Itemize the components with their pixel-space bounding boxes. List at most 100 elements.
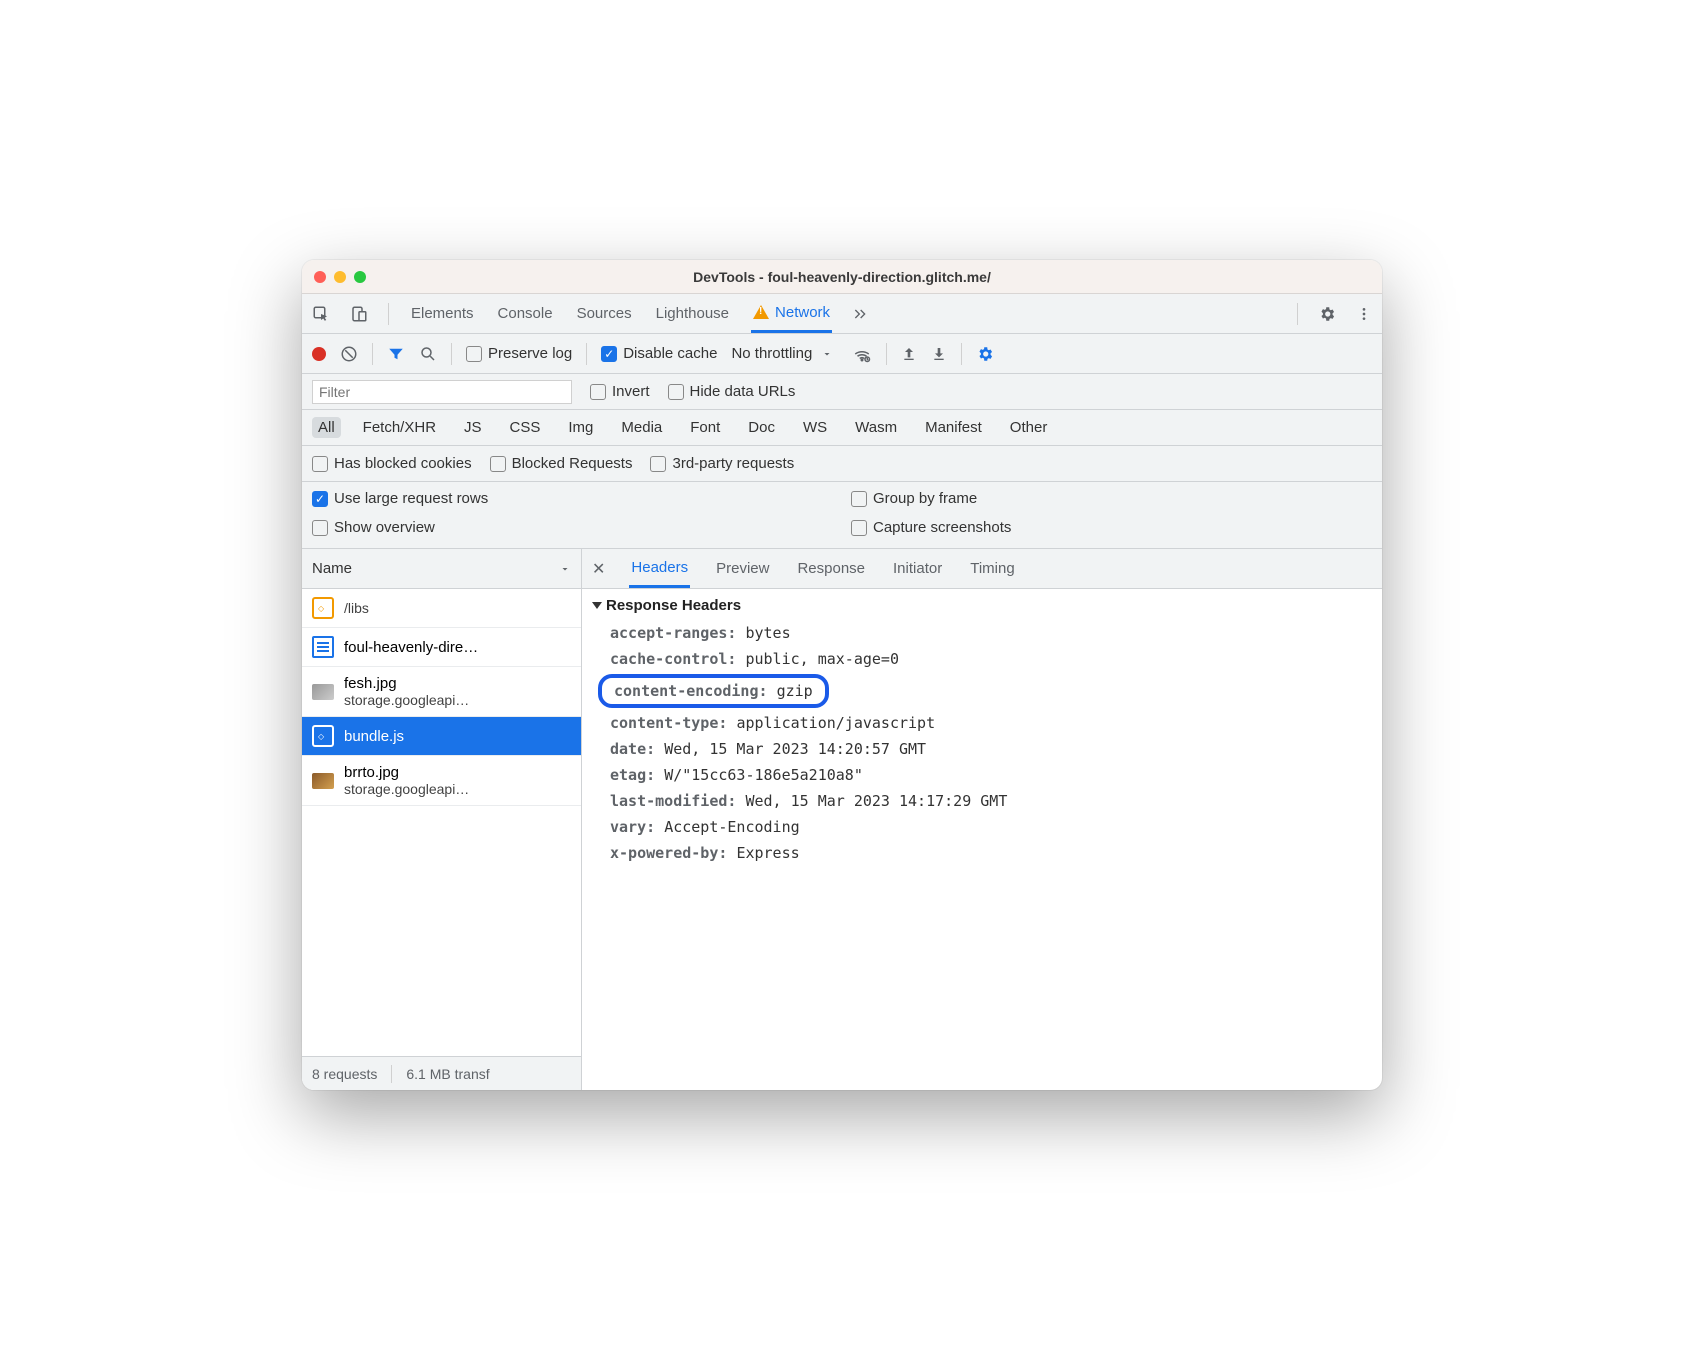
- titlebar: DevTools - foul-heavenly-direction.glitc…: [302, 260, 1382, 294]
- download-har-icon[interactable]: [931, 346, 947, 362]
- tab-network[interactable]: Network: [751, 295, 832, 333]
- type-js[interactable]: JS: [458, 417, 488, 438]
- svg-text:◇: ◇: [318, 604, 325, 613]
- checkbox-icon: [490, 456, 506, 472]
- request-row[interactable]: brrto.jpg storage.googleapi…: [302, 756, 581, 806]
- type-img[interactable]: Img: [562, 417, 599, 438]
- header-row: cache-control: public, max-age=0: [592, 646, 1372, 672]
- header-row-highlighted: content-encoding: gzip: [598, 674, 829, 708]
- header-row: vary: Accept-Encoding: [592, 814, 1372, 840]
- has-blocked-cookies-checkbox[interactable]: Has blocked cookies: [312, 455, 472, 472]
- throttling-select[interactable]: No throttling: [731, 345, 838, 362]
- filter-input[interactable]: [312, 380, 572, 404]
- separator: [586, 343, 587, 365]
- tab-console[interactable]: Console: [496, 296, 555, 331]
- use-large-rows-label: Use large request rows: [334, 490, 488, 507]
- tab-lighthouse[interactable]: Lighthouse: [654, 296, 731, 331]
- tab-network-label: Network: [775, 304, 830, 321]
- doc-file-icon: [312, 636, 334, 658]
- request-list-footer: 8 requests 6.1 MB transf: [302, 1056, 581, 1090]
- checkbox-icon: [851, 491, 867, 507]
- checkbox-icon: [650, 456, 666, 472]
- hide-data-urls-label: Hide data URLs: [690, 383, 796, 400]
- request-row[interactable]: ◇ /libs: [302, 589, 581, 628]
- upload-har-icon[interactable]: [901, 346, 917, 362]
- hide-data-urls-checkbox[interactable]: Hide data URLs: [668, 383, 796, 400]
- request-row[interactable]: ◇ bundle.js: [302, 717, 581, 756]
- separator: [961, 343, 962, 365]
- checkbox-icon: [312, 491, 328, 507]
- request-row[interactable]: fesh.jpg storage.googleapi…: [302, 667, 581, 717]
- inspect-element-icon[interactable]: [312, 305, 330, 323]
- options-bar: Has blocked cookies Blocked Requests 3rd…: [302, 446, 1382, 482]
- blocked-requests-label: Blocked Requests: [512, 455, 633, 472]
- tab-elements[interactable]: Elements: [409, 296, 476, 331]
- checkbox-icon: [590, 384, 606, 400]
- js-file-icon: ◇: [312, 597, 334, 619]
- detail-tab-response[interactable]: Response: [795, 551, 867, 586]
- type-other[interactable]: Other: [1004, 417, 1054, 438]
- content-area: Name ◇ /libs foul-heavenly-dire…: [302, 549, 1382, 1090]
- type-fetch-xhr[interactable]: Fetch/XHR: [357, 417, 442, 438]
- invert-checkbox[interactable]: Invert: [590, 383, 650, 400]
- chevron-down-icon: [559, 563, 571, 575]
- group-by-frame-checkbox[interactable]: Group by frame: [851, 490, 1372, 507]
- detail-tab-timing[interactable]: Timing: [968, 551, 1016, 586]
- disclosure-triangle-icon: [592, 602, 602, 609]
- network-conditions-icon[interactable]: [852, 345, 872, 363]
- record-button[interactable]: [312, 347, 326, 361]
- devtools-window: DevTools - foul-heavenly-direction.glitc…: [302, 260, 1382, 1090]
- group-by-frame-label: Group by frame: [873, 490, 977, 507]
- clear-icon[interactable]: [340, 345, 358, 363]
- settings-icon[interactable]: [1318, 305, 1336, 323]
- search-icon[interactable]: [419, 345, 437, 363]
- throttling-label: No throttling: [731, 345, 812, 362]
- request-row[interactable]: foul-heavenly-dire…: [302, 628, 581, 667]
- checkbox-icon: [851, 520, 867, 536]
- request-rows: ◇ /libs foul-heavenly-dire…: [302, 589, 581, 1056]
- type-filter-bar: All Fetch/XHR JS CSS Img Media Font Doc …: [302, 410, 1382, 446]
- device-toolbar-icon[interactable]: [350, 305, 368, 323]
- type-font[interactable]: Font: [684, 417, 726, 438]
- type-manifest[interactable]: Manifest: [919, 417, 988, 438]
- headers-pane: Response Headers accept-ranges: bytes ca…: [582, 589, 1382, 1090]
- header-row: accept-ranges: bytes: [592, 620, 1372, 646]
- has-blocked-cookies-label: Has blocked cookies: [334, 455, 472, 472]
- request-list: Name ◇ /libs foul-heavenly-dire…: [302, 549, 582, 1090]
- request-name: fesh.jpg: [344, 675, 469, 692]
- type-css[interactable]: CSS: [504, 417, 547, 438]
- more-menu-icon[interactable]: [1356, 306, 1372, 322]
- checkbox-icon: [312, 456, 328, 472]
- show-overview-checkbox[interactable]: Show overview: [312, 519, 833, 536]
- type-doc[interactable]: Doc: [742, 417, 781, 438]
- detail-tab-headers[interactable]: Headers: [629, 550, 690, 588]
- third-party-label: 3rd-party requests: [672, 455, 794, 472]
- header-row: content-type: application/javascript: [592, 710, 1372, 736]
- separator: [391, 1065, 392, 1083]
- close-details-icon[interactable]: ✕: [592, 559, 605, 579]
- request-list-header[interactable]: Name: [302, 549, 581, 589]
- detail-tab-preview[interactable]: Preview: [714, 551, 771, 586]
- preserve-log-checkbox[interactable]: Preserve log: [466, 345, 572, 362]
- image-file-icon: [312, 684, 334, 700]
- type-wasm[interactable]: Wasm: [849, 417, 903, 438]
- blocked-requests-checkbox[interactable]: Blocked Requests: [490, 455, 633, 472]
- filter-icon[interactable]: [387, 345, 405, 363]
- request-subtitle: storage.googleapi…: [344, 692, 469, 708]
- type-ws[interactable]: WS: [797, 417, 833, 438]
- tab-sources[interactable]: Sources: [575, 296, 634, 331]
- response-headers-section[interactable]: Response Headers: [592, 597, 1372, 614]
- invert-label: Invert: [612, 383, 650, 400]
- show-overview-label: Show overview: [334, 519, 435, 536]
- third-party-checkbox[interactable]: 3rd-party requests: [650, 455, 794, 472]
- name-column-header: Name: [312, 560, 352, 577]
- capture-screenshots-checkbox[interactable]: Capture screenshots: [851, 519, 1372, 536]
- checkbox-icon: [466, 346, 482, 362]
- disable-cache-checkbox[interactable]: Disable cache: [601, 345, 717, 362]
- detail-tab-initiator[interactable]: Initiator: [891, 551, 944, 586]
- more-tabs-icon[interactable]: [852, 306, 868, 322]
- type-media[interactable]: Media: [615, 417, 668, 438]
- network-settings-icon[interactable]: [976, 345, 994, 363]
- use-large-rows-checkbox[interactable]: Use large request rows: [312, 490, 833, 507]
- type-all[interactable]: All: [312, 417, 341, 438]
